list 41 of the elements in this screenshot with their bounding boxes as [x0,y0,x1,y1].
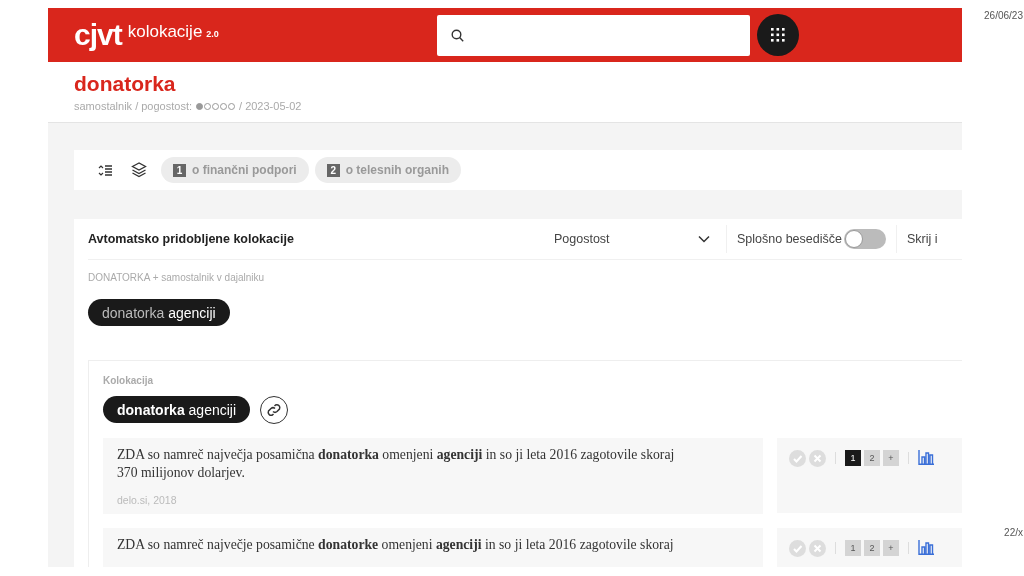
sense-number: 1 [173,163,186,177]
check-icon[interactable] [789,450,806,467]
sense-button[interactable]: 2 [864,450,880,466]
add-sense-button[interactable]: + [883,450,899,466]
sense-button[interactable]: 1 [845,540,861,556]
bar-chart-icon[interactable] [918,450,934,465]
logo[interactable]: cjvt [74,20,122,50]
toggle-label: Splošno besedišče [737,232,842,246]
sense-button[interactable]: 2 [864,540,880,556]
product-name: kolokacije [127,22,203,42]
search-icon [451,28,464,42]
sense-chip[interactable]: 1 o finančni podpori [161,157,309,183]
entry-meta: samostalnik / pogostost: [74,100,192,112]
pattern-label: DONATORKA + samostalnik v dajalniku [88,272,266,283]
card-title: Avtomatsko pridobljene kolokacije [88,232,295,246]
version-label: 2.0 [206,29,219,39]
check-icon[interactable] [789,540,806,557]
entry-date: / 2023-05-02 [239,100,302,112]
sense-number: 2 [326,163,340,177]
section-label: Kolokacija [103,375,155,386]
slide-date: 26/06/23 [984,10,1023,21]
hide-label[interactable]: Skrij i [906,232,938,246]
bar-chart-icon[interactable] [918,540,934,555]
grid-icon [771,28,785,42]
link-icon [266,402,283,418]
example-sentence: ZDA so namreč največja posamična donatorka omenjeni agenciji in so ji leta 2016 zagotovile skoraj 370 milijonov dolarjev. [117,446,676,482]
apps-button[interactable] [757,14,799,56]
collocation-chip[interactable]: donatorka agenciji [103,396,251,423]
sense-button[interactable]: 1 [845,450,861,466]
add-sense-button[interactable]: + [883,540,899,556]
sort-dropdown[interactable]: Pogostost [554,232,716,246]
chevron-icon [698,235,710,243]
link-button[interactable] [260,396,289,424]
entry-title: donatorka [74,72,177,96]
slide-number: 22/x [1004,527,1023,538]
example-sentence: ZDA so namreč največje posamične donatorke omenjeni agenciji in so ji leta 2016 zagotovile skoraj [117,536,675,554]
example-source: delo.si, 2018 [117,494,178,506]
search-field[interactable] [437,14,750,56]
collocation-chip[interactable]: donatorka agenciji [88,299,230,326]
sense-chip[interactable]: 2 o telesnih organih [314,157,461,183]
vocabulary-toggle[interactable] [843,229,886,249]
